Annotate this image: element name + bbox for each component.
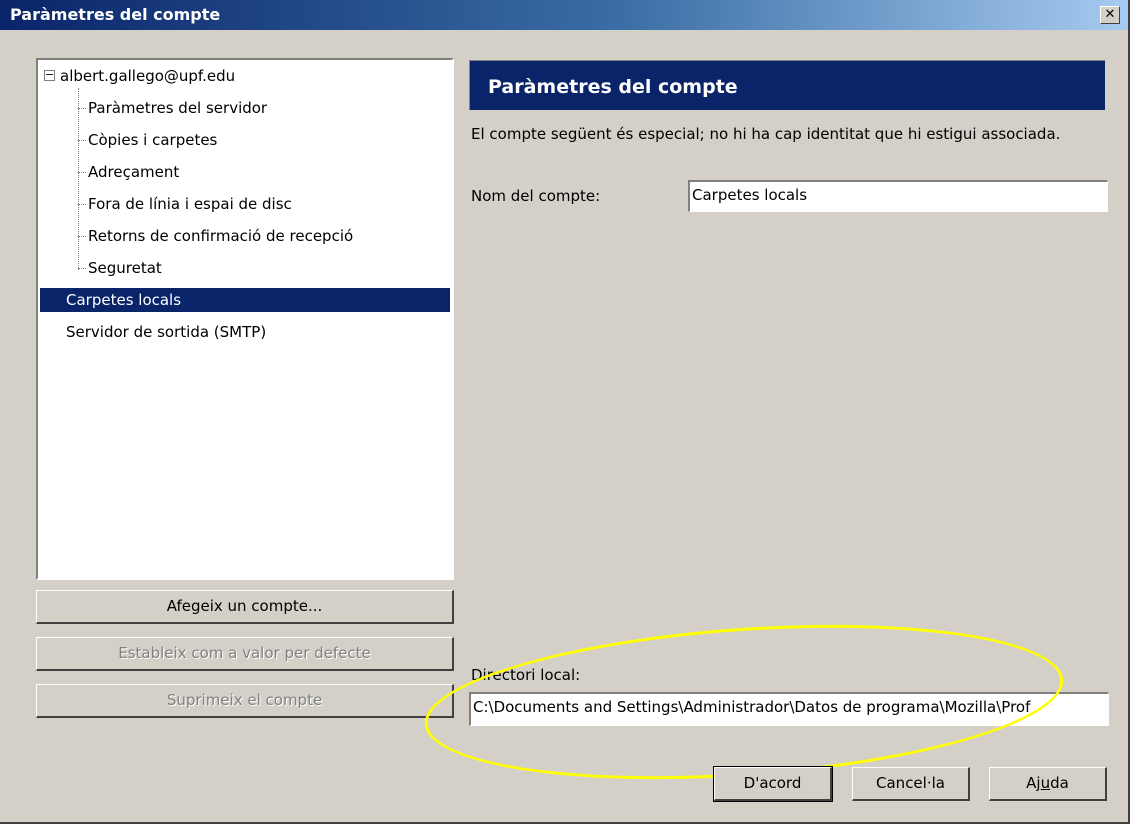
panel-title: Paràmetres del compte: [469, 60, 1105, 110]
account-name-input[interactable]: Carpetes locals: [688, 180, 1108, 212]
help-label-start: Aj: [1026, 774, 1041, 792]
window-title: Paràmetres del compte: [10, 5, 221, 24]
set-default-button[interactable]: Estableix com a valor per defecte: [36, 637, 454, 671]
tree-item-security[interactable]: Seguretat: [88, 256, 162, 280]
panel-description: El compte següent és especial; no hi ha …: [471, 125, 1061, 143]
tree-connector: [78, 268, 86, 269]
add-account-button[interactable]: Afegeix un compte...: [36, 590, 454, 624]
tree-item-account[interactable]: albert.gallego@upf.edu: [60, 64, 235, 88]
tree-item-addressing[interactable]: Adreçament: [88, 160, 179, 184]
tree-connector: [78, 236, 86, 237]
local-directory-label: Directori local:: [471, 666, 581, 684]
tree-connector: [78, 108, 86, 109]
help-label-end: da: [1050, 774, 1069, 792]
help-mnemonic: u: [1040, 774, 1051, 792]
account-settings-dialog: Paràmetres del compte ✕ − albert.gallego…: [0, 0, 1130, 824]
title-bar[interactable]: Paràmetres del compte ✕: [0, 0, 1128, 30]
ok-button[interactable]: D'acord: [713, 766, 833, 802]
tree-item-local-folders[interactable]: Carpetes locals: [40, 288, 450, 312]
local-directory-input[interactable]: C:\Documents and Settings\Administrador\…: [469, 692, 1109, 726]
help-button[interactable]: Ajuda: [989, 767, 1107, 801]
tree-item-smtp[interactable]: Servidor de sortida (SMTP): [66, 320, 266, 344]
tree-connector: [78, 204, 86, 205]
remove-account-button[interactable]: Suprimeix el compte: [36, 684, 454, 718]
tree-item-server-settings[interactable]: Paràmetres del servidor: [88, 96, 267, 120]
tree-item-offline-disk[interactable]: Fora de línia i espai de disc: [88, 192, 292, 216]
account-name-label: Nom del compte:: [471, 187, 601, 205]
tree-item-copies-folders[interactable]: Còpies i carpetes: [88, 128, 217, 152]
close-icon: ✕: [1104, 7, 1116, 22]
tree-connector: [78, 140, 86, 141]
collapse-icon[interactable]: −: [44, 69, 55, 81]
cancel-button[interactable]: Cancel·la: [852, 767, 970, 801]
close-button[interactable]: ✕: [1100, 6, 1120, 24]
tree-connector: [78, 172, 86, 173]
tree-connector-vertical: [78, 88, 79, 270]
account-tree[interactable]: − albert.gallego@upf.edu Paràmetres del …: [36, 58, 454, 580]
tree-item-return-receipts[interactable]: Retorns de confirmació de recepció: [88, 224, 353, 248]
